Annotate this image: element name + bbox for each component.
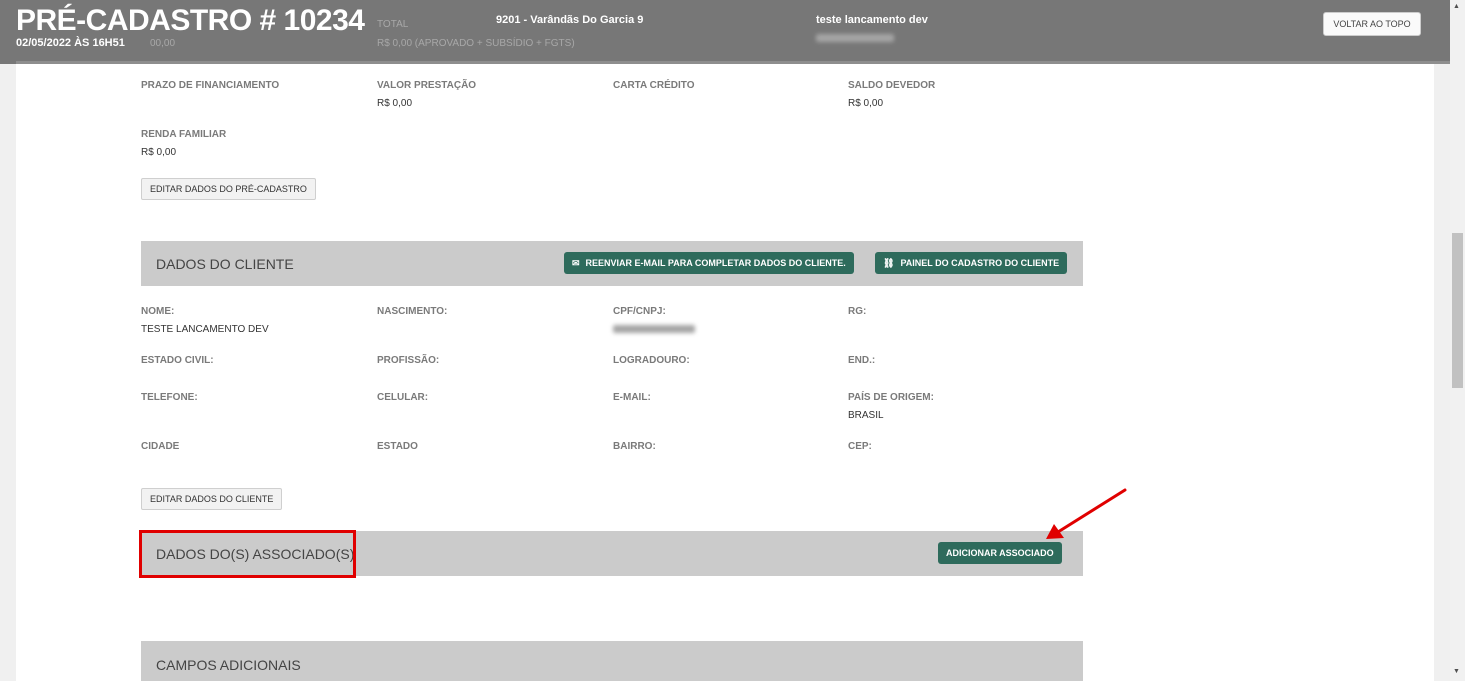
campos-section-title: CAMPOS ADICIONAIS	[156, 657, 301, 673]
telefone-label: TELEFONE:	[141, 392, 198, 403]
faded-value: 00,00	[150, 38, 176, 49]
link-icon: ⛓	[883, 258, 895, 268]
pais-label: PAÍS DE ORIGEM:	[848, 392, 934, 403]
resend-email-label: REENVIAR E-MAIL PARA COMPLETAR DADOS DO …	[585, 258, 846, 268]
client-section-header: DADOS DO CLIENTE ✉ REENVIAR E-MAIL PARA C…	[141, 241, 1083, 286]
logradouro-label: LOGRADOURO:	[613, 355, 690, 366]
cep-label: CEP:	[848, 441, 872, 452]
estado-label: ESTADO	[377, 441, 418, 452]
scrollbar-thumb[interactable]	[1452, 233, 1463, 388]
end-label: END.:	[848, 355, 876, 366]
edit-pre-cadastro-button[interactable]: EDITAR DADOS DO PRÉ-CADASTRO	[141, 178, 316, 200]
renda-value: R$ 0,00	[141, 147, 177, 158]
created-date: 02/05/2022 ÀS 16H51	[16, 37, 125, 49]
campos-section-header: CAMPOS ADICIONAIS	[141, 641, 1083, 681]
scroll-down-icon[interactable]: ▼	[1453, 668, 1460, 675]
saldo-label: SALDO DEVEDOR	[848, 80, 936, 91]
edit-client-button[interactable]: EDITAR DADOS DO CLIENTE	[141, 488, 283, 510]
faded-total-value: R$ 0,00 (APROVADO + SUBSÍDIO + FGTS)	[377, 38, 575, 49]
celular-label: CELULAR:	[377, 392, 429, 403]
nome-label: NOME:	[141, 306, 175, 317]
client-panel-label: PAINEL DO CADASTRO DO CLIENTE	[900, 258, 1060, 268]
bairro-label: BAIRRO:	[613, 441, 656, 452]
page-title: PRÉ-CADASTRO # 10234	[16, 4, 365, 37]
cpf-label: CPF/CNPJ:	[613, 306, 666, 317]
pais-value: BRASIL	[848, 410, 884, 421]
carta-label: CARTA CRÉDITO	[613, 80, 695, 91]
add-associado-button[interactable]: ADICIONAR ASSOCIADO	[938, 542, 1062, 564]
cidade-label: CIDADE	[141, 441, 180, 452]
prestacao-label: VALOR PRESTAÇÃO	[377, 80, 477, 91]
prazo-label: PRAZO DE FINANCIAMENTO	[141, 80, 280, 91]
project-name: 9201 - Varândãs Do Garcia 9	[496, 14, 644, 26]
resend-email-button[interactable]: ✉ REENVIAR E-MAIL PARA COMPLETAR DADOS DO…	[564, 252, 854, 274]
blurred-cpf	[613, 325, 695, 333]
estado-civil-label: ESTADO CIVIL:	[141, 355, 214, 366]
vertical-scrollbar[interactable]: ▲ ▼	[1450, 0, 1465, 681]
renda-label: RENDA FAMILIAR	[141, 129, 227, 140]
page-content	[16, 0, 1434, 681]
profissao-label: PROFISSÃO:	[377, 355, 440, 366]
scroll-up-icon[interactable]: ▲	[1453, 3, 1460, 10]
blurred-phone	[816, 34, 894, 42]
prestacao-value: R$ 0,00	[377, 98, 413, 109]
envelope-icon: ✉	[572, 258, 580, 268]
rg-label: RG:	[848, 306, 867, 317]
email-label: E-MAIL:	[613, 392, 651, 403]
annotation-arrow-icon	[1046, 488, 1127, 539]
client-panel-button[interactable]: ⛓ PAINEL DO CADASTRO DO CLIENTE	[875, 252, 1068, 274]
faded-total-label: TOTAL	[377, 19, 409, 30]
nascimento-label: NASCIMENTO:	[377, 306, 448, 317]
client-name: teste lancamento dev	[816, 14, 928, 26]
saldo-value: R$ 0,00	[848, 98, 884, 109]
back-to-top-button[interactable]: VOLTAR AO TOPO	[1323, 12, 1421, 36]
annotation-highlight-box	[139, 530, 356, 578]
client-section-title: DADOS DO CLIENTE	[156, 256, 294, 272]
sticky-header: PRÉ-CADASTRO # 10234 00,00 02/05/2022 ÀS…	[0, 0, 1450, 64]
nome-value: TESTE LANCAMENTO DEV	[141, 324, 269, 335]
